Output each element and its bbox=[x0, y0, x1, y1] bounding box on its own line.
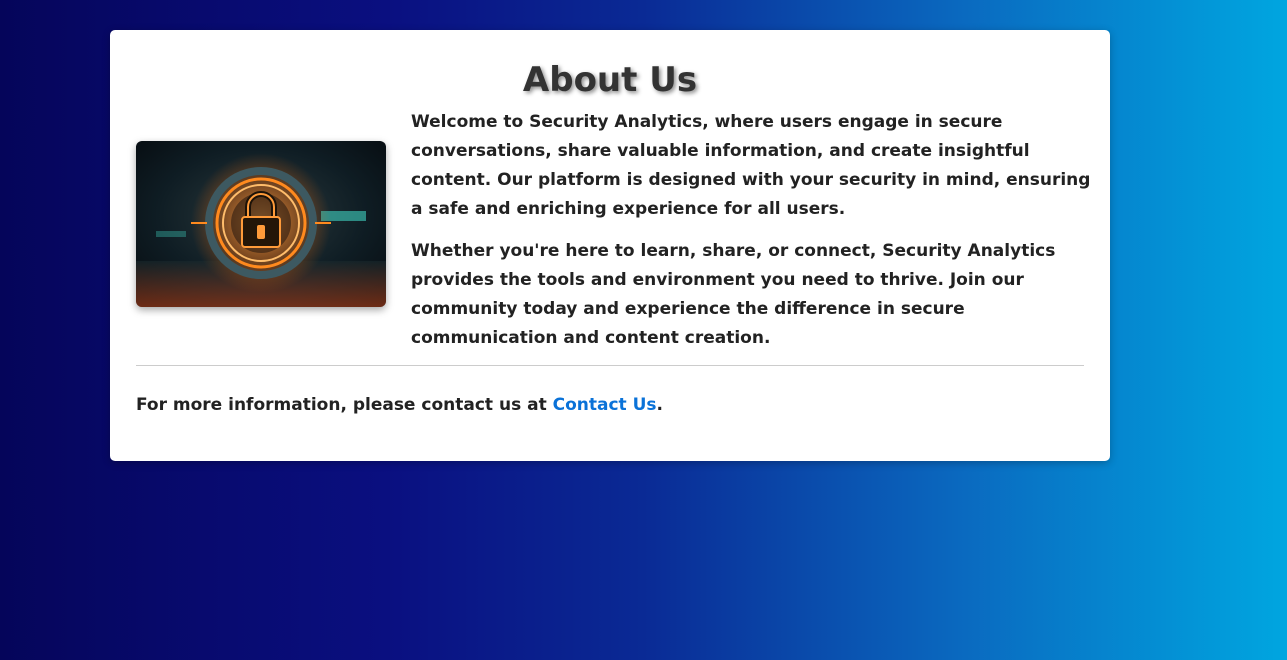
about-paragraph-1: Welcome to Security Analytics, where use… bbox=[411, 112, 1091, 219]
divider bbox=[136, 365, 1084, 366]
contact-us-link[interactable]: Contact Us bbox=[553, 395, 657, 415]
security-image bbox=[136, 141, 386, 307]
about-card: About Us Welcome to Security Analytics, … bbox=[110, 30, 1110, 461]
contact-info: For more information, please contact us … bbox=[136, 392, 663, 418]
padlock-icon bbox=[136, 141, 386, 307]
contact-suffix: . bbox=[656, 395, 663, 415]
contact-prefix: For more information, please contact us … bbox=[136, 395, 553, 415]
about-text: Welcome to Security Analytics, where use… bbox=[411, 108, 1091, 366]
page-title: About Us bbox=[522, 60, 698, 100]
about-paragraph-2: Whether you're here to learn, share, or … bbox=[411, 241, 1056, 348]
